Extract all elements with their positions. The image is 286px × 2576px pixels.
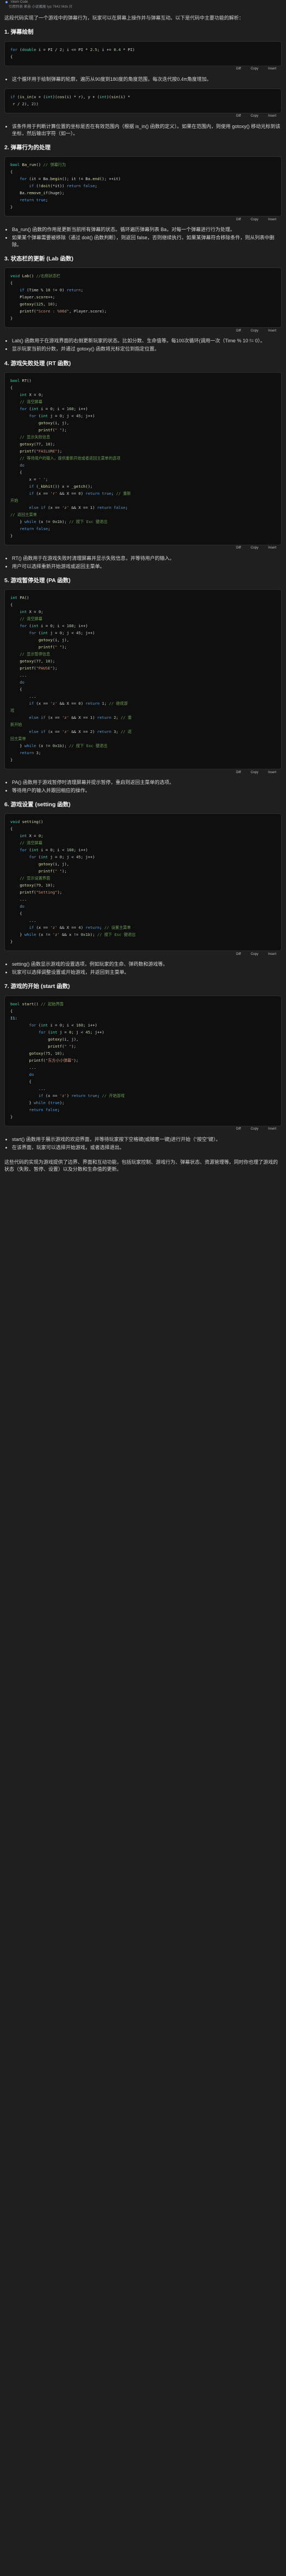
diff-button[interactable]: Diff	[236, 952, 241, 957]
code-block-1: for (double i = PI / 2; i <= PI * 2.5; i…	[4, 41, 282, 66]
insert-button[interactable]: Insert	[268, 770, 276, 775]
list-item: RT() 函数用于在游戏失败时清理屏幕并显示失败信息，并等待用户的输入。	[12, 555, 282, 562]
chat-response: Intern Code 引用列表 来自 小说播报 typ 7642 Mds 片 …	[0, 0, 286, 1173]
code-comment: // 起始界面	[41, 1001, 63, 1006]
section-title-3: 3. 状态栏的更新 (Lab 函数)	[4, 256, 74, 263]
list-item: 等待用户的输入并跟回相应的操作。	[12, 787, 282, 794]
code-actions: Diff Copy Insert	[4, 66, 282, 73]
code-block-5: bool RT() { int X = 0; // 清空屏幕 for (int …	[4, 372, 282, 545]
code-actions: Diff Copy Insert	[4, 545, 282, 552]
code-comment: //右侧状态栏	[36, 273, 61, 279]
diff-button[interactable]: Diff	[236, 114, 241, 119]
insert-button[interactable]: Insert	[268, 218, 276, 222]
copy-button[interactable]: Copy	[251, 114, 258, 119]
code-block-7: void setting() { int X = 0; // 清空屏幕 for …	[4, 813, 282, 952]
list-item: Lab() 函数用于在游戏界面的右侧更新玩家的状态。比如分数、生命值等。每100…	[12, 337, 282, 345]
code-block-8: bool start() // 起始界面 { I1: for (int i = …	[4, 995, 282, 1126]
list-item: 显示玩家当前的分数，并通过 gotoxy() 函数将光标定位到指定位置。	[12, 346, 282, 353]
intro-text: 这段代码实现了一个游戏中的弹幕行为，玩家可以在屏幕上操作并与弹幕互动。以下是代码…	[4, 15, 244, 21]
bullet-list: PA() 函数用于游戏暂停时清理屏幕并提示暂停，重启则返回主菜单的选项。 等待用…	[4, 779, 282, 794]
bullet-list: setting() 函数显示游戏的设置选项，例如玩家的生命、弹药数和游戏等。 玩…	[4, 961, 282, 976]
header-bar: Intern Code	[4, 0, 282, 4]
code-block-3: bool Ba_run() // 弹幕行为 { for (it = Ba.beg…	[4, 156, 282, 217]
section-title-2: 2. 弹幕行为的处理	[4, 144, 51, 151]
section-title-6: 6. 游戏设置 (setting 函数)	[4, 801, 71, 808]
list-item: 用户可以选择重新开始游戏或返回主菜单。	[12, 563, 282, 570]
copy-button[interactable]: Copy	[251, 67, 258, 72]
reference-line[interactable]: 引用列表 来自 小说播报 typ 7642 Mds 片	[9, 4, 282, 9]
bullet-list: 这个循环用于绘制弹幕的轮廓，遍历从90度到180度的角度范围，每次迭代按0.4π…	[4, 76, 282, 83]
insert-button[interactable]: Insert	[268, 1127, 276, 1132]
outro-text: 这些代码的实现为游戏提供了边界、界面和互动功能，包括玩家控制、游戏行为、弹幕状态…	[4, 1159, 278, 1172]
list-item: PA() 函数用于游戏暂停时清理屏幕并提示暂停，重启则返回主菜单的选项。	[12, 779, 282, 786]
section-title-1: 1. 弹幕绘制	[4, 29, 34, 36]
model-icon	[5, 1, 8, 3]
code-actions: Diff Copy Insert	[4, 951, 282, 958]
bullet-list: start() 函数用于展示游戏的欢迎界面，并等待玩家按下空格键(或随意一键)进…	[4, 1136, 282, 1151]
section-title-5: 5. 游戏暂停处理 (PA 函数)	[4, 577, 71, 584]
list-item: 该条件用于判断计算位置的坐标是否在有效范围内（根据 is_in() 函数的定义）…	[12, 123, 282, 137]
list-item: setting() 函数显示游戏的设置选项，例如玩家的生命、弹药数和游戏等。	[12, 961, 282, 968]
copy-button[interactable]: Copy	[251, 770, 258, 775]
diff-button[interactable]: Diff	[236, 218, 241, 222]
list-item: 这个循环用于绘制弹幕的轮廓，遍历从90度到180度的角度范围，每次迭代按0.4π…	[12, 76, 282, 83]
insert-button[interactable]: Insert	[268, 67, 276, 72]
list-item: 在该界面，玩家可以选择开始游戏，或者选择退出。	[12, 1144, 282, 1151]
diff-button[interactable]: Diff	[236, 1127, 241, 1132]
list-item: 如果某个弹幕需要被移除（通过 doit() 函数判断），则返回 false，否则…	[12, 234, 282, 248]
bullet-list: RT() 函数用于在游戏失败时清理屏幕并显示失败信息，并等待用户的输入。 用户可…	[4, 555, 282, 570]
insert-button[interactable]: Insert	[268, 114, 276, 119]
code-block-2: if (is_in(x + (int)(cos(i) * r), y + (in…	[4, 88, 282, 113]
diff-button[interactable]: Diff	[236, 770, 241, 775]
bullet-list: Ba_run() 函数的作用是更新当前所有弹幕的状态。循环遍历弹幕列表 Ba，对…	[4, 226, 282, 248]
insert-button[interactable]: Insert	[268, 546, 276, 551]
copy-button[interactable]: Copy	[251, 329, 258, 334]
list-item: Ba_run() 函数的作用是更新当前所有弹幕的状态。循环遍历弹幕列表 Ba，对…	[12, 226, 282, 233]
list-item: start() 函数用于展示游戏的欢迎界面，并等待玩家按下空格键(或随意一键)进…	[12, 1136, 282, 1143]
insert-button[interactable]: Insert	[268, 952, 276, 957]
copy-button[interactable]: Copy	[251, 1127, 258, 1132]
bullet-list: 该条件用于判断计算位置的坐标是否在有效范围内（根据 is_in() 函数的定义）…	[4, 123, 282, 137]
code-actions: Diff Copy Insert	[4, 769, 282, 776]
diff-button[interactable]: Diff	[236, 67, 241, 72]
code-actions: Diff Copy Insert	[4, 216, 282, 223]
copy-button[interactable]: Copy	[251, 218, 258, 222]
code-actions: Diff Copy Insert	[4, 328, 282, 334]
section-title-4: 4. 游戏失败处理 (RT 函数)	[4, 360, 71, 367]
diff-button[interactable]: Diff	[236, 329, 241, 334]
code-actions: Diff Copy Insert	[4, 113, 282, 120]
list-item: 玩家可以选择调整设置或开始游戏，并返回到主菜单。	[12, 969, 282, 976]
bullet-list: Lab() 函数用于在游戏界面的右侧更新玩家的状态。比如分数、生命值等。每100…	[4, 337, 282, 353]
code-comment: // 弹幕行为	[43, 162, 66, 168]
code-block-6: int PA() { int X = 0; // 清空屏幕 for (int i…	[4, 589, 282, 770]
diff-button[interactable]: Diff	[236, 546, 241, 551]
copy-button[interactable]: Copy	[251, 952, 258, 957]
insert-button[interactable]: Insert	[268, 329, 276, 334]
code-actions: Diff Copy Insert	[4, 1126, 282, 1133]
code-block-4: void Lab() //右侧状态栏 { if (Time % 10 != 0)…	[4, 267, 282, 328]
section-title-7: 7. 游戏的开始 (start 函数)	[4, 983, 70, 990]
copy-button[interactable]: Copy	[251, 546, 258, 551]
